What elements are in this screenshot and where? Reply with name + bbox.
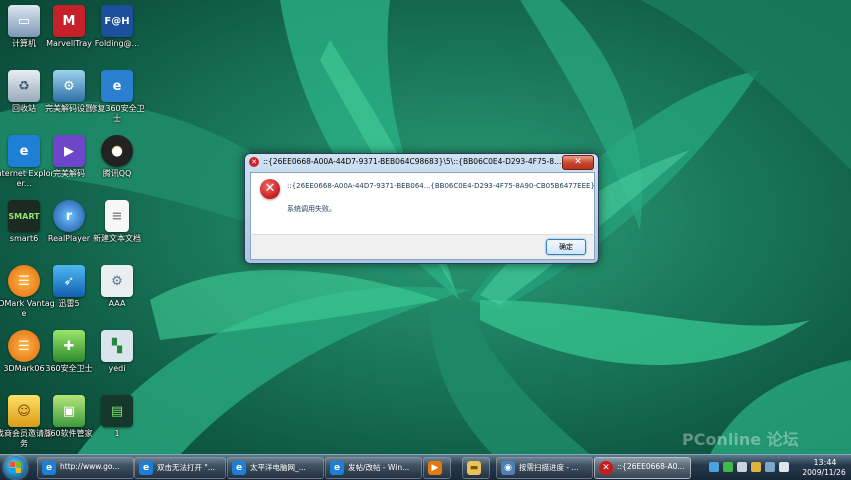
desktop: ▭ 计算机 M MarvellTray F@H Folding@... ♻ 回收… [0,0,851,479]
taskbar-item[interactable]: e 发帖/改帖 - Win... [325,457,422,479]
desktop-icon-label: yedi [108,364,126,373]
clock-time[interactable]: 13:44 [803,458,847,467]
folding-icon: F@H [101,5,133,37]
decoder-icon: ▶ [53,135,85,167]
dialog-title: ::{26EE0668-A00A-44D7-9371-BEB064C98683}… [263,157,563,166]
taskbar-item-label: 太平洋电脑网_... [250,463,306,472]
taskbar: e http://www.go... e 双击无法打开 "... e 太平洋电脑… [0,454,851,480]
speaker-tray-icon[interactable] [779,462,789,472]
realplayer-icon: r [53,200,85,232]
aaa-icon: ⚙ [101,265,133,297]
desktop-icon-label: AAA [108,299,126,308]
scan-icon: ◉ [501,461,515,475]
system-tray: 13:44 2009/11/26 [705,457,851,478]
taskbar-item-label: 发帖/改帖 - Win... [348,463,410,472]
desktop-icon-label: 腾讯QQ [102,169,132,178]
folder-icon: ▬ [467,461,481,475]
desktop-icon-label: Folding@... [94,39,140,48]
desktop-icon-folding[interactable]: F@H Folding@... [86,5,148,49]
security-tray-icon[interactable] [723,462,733,472]
error-icon: ✕ [599,461,613,475]
yedi-icon: ▚ [101,330,133,362]
start-button[interactable] [4,456,27,479]
windows-logo-icon [10,462,21,473]
member-service-icon: ☺ [8,395,40,427]
360-software-icon: ▣ [53,395,85,427]
ok-button[interactable]: 确定 [546,239,586,255]
ie-icon: e [139,461,153,475]
desktop-icon-qq[interactable]: ● 腾讯QQ [86,135,148,179]
network-tray-icon[interactable] [709,462,719,472]
taskbar-item-active[interactable]: ✕ ::{26EE0668-A0... [594,457,691,479]
desktop-icon-text-document[interactable]: ≡ 新建文本文档 [86,200,148,244]
clock-date[interactable]: 2009/11/26 [797,468,851,477]
text-document-icon: ≡ [105,200,129,232]
decoder-settings-icon: ⚙ [53,70,85,102]
taskbar-item-folder[interactable]: ▬ [462,457,490,479]
desktop-icon-label: 修复360安全卫士 [89,104,145,123]
ie-icon: e [330,461,344,475]
desktop-icon-label: 新建文本文档 [93,234,141,243]
watermark: PConline 论坛 [682,430,799,449]
taskbar-item-media-player[interactable]: ▶ [423,457,451,479]
volume-tray-icon[interactable] [737,462,747,472]
repair-360-icon: e [101,70,133,102]
media-player-icon: ▶ [428,461,442,475]
error-dialog: ✕ ::{26EE0668-A00A-44D7-9371-BEB064C9868… [244,153,599,264]
desktop-icon-network[interactable]: ▤ 1 [86,395,148,439]
taskbar-item[interactable]: e http://www.go... [37,457,134,479]
flag-tray-icon[interactable] [751,462,761,472]
desktop-icon-repair-360[interactable]: e 修复360安全卫士 [86,70,148,124]
monitor-tray-icon[interactable] [765,462,775,472]
desktop-icon-label: 1 [114,429,120,438]
360-safe-icon: ✚ [53,330,85,362]
3dmark06-icon: ☰ [8,330,40,362]
ie-icon: e [42,461,56,475]
taskbar-item[interactable]: ◉ 按需扫描进度 - ... [496,457,593,479]
recycle-bin-icon: ♻ [8,70,40,102]
smart6-icon: SMART [8,200,40,232]
computer-icon: ▭ [8,5,40,37]
error-small-icon: ✕ [249,157,259,167]
internet-explorer-icon: e [8,135,40,167]
error-message: 系统调用失败。 [287,205,336,213]
desktop-icon-yedi[interactable]: ▚ yedi [86,330,148,374]
desktop-icon-aaa[interactable]: ⚙ AAA [86,265,148,309]
taskbar-item[interactable]: e 双击无法打开 "... [134,457,226,479]
dialog-body: ✕ ::{26EE0668-A00A-44D7-9371-BEB064...{B… [250,172,595,236]
dialog-footer: 确定 [250,234,595,260]
taskbar-item-label: ::{26EE0668-A0... [617,462,685,471]
qq-icon: ● [101,135,133,167]
taskbar-item-label: http://www.go... [60,462,120,471]
close-button[interactable]: ✕ [562,155,594,170]
taskbar-item-label: 双击无法打开 "... [157,463,215,472]
error-path-text: ::{26EE0668-A00A-44D7-9371-BEB064...{BB0… [287,182,595,190]
taskbar-item[interactable]: e 太平洋电脑网_... [227,457,324,479]
ie-icon: e [232,461,246,475]
taskbar-item-label: 按需扫描进度 - ... [519,463,579,472]
marvell-icon: M [53,5,85,37]
3dmark-vantage-icon: ☰ [8,265,40,297]
xunlei-icon: ➶ [53,265,85,297]
error-icon: ✕ [260,179,280,199]
network-icon: ▤ [101,395,133,427]
